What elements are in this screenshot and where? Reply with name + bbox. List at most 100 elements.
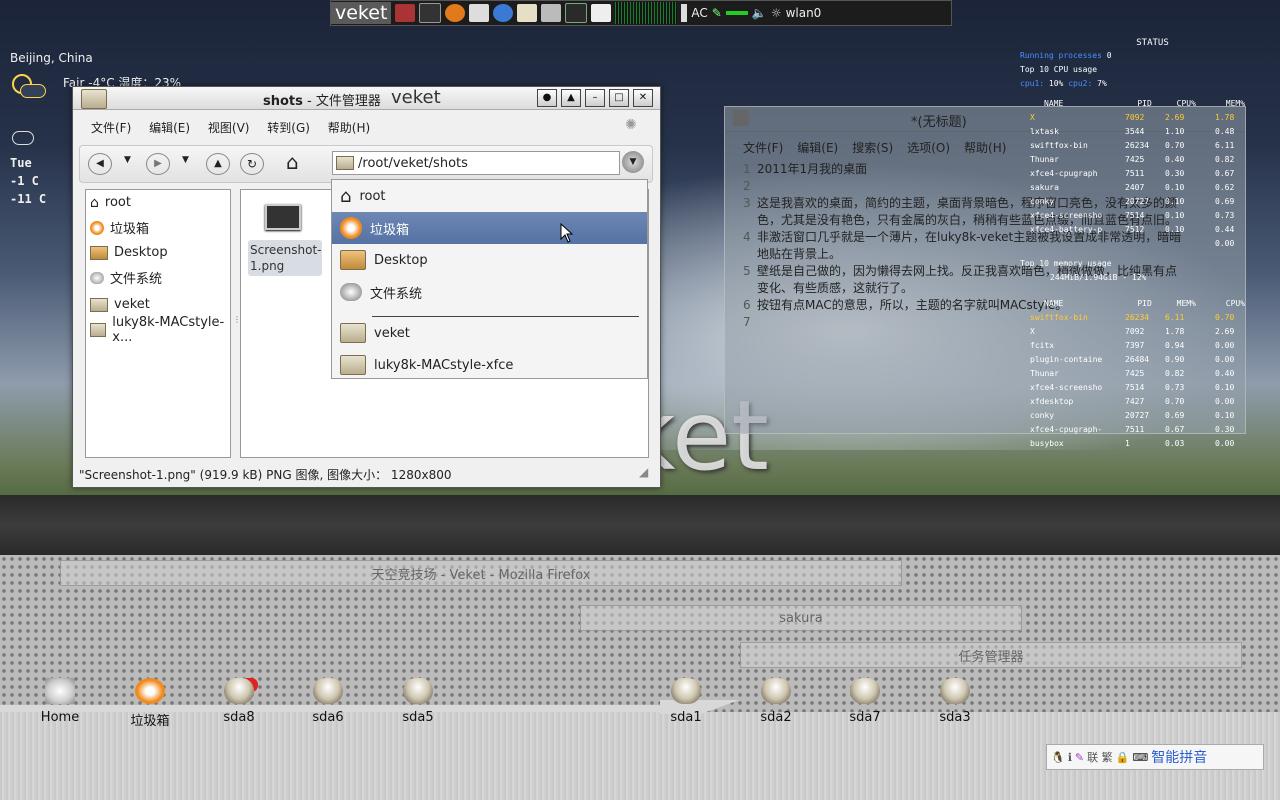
dock-trash[interactable]: 垃圾箱: [115, 678, 185, 729]
status-bar: "Screenshot-1.png" (919.9 kB) PNG 图像, 图像…: [79, 468, 452, 482]
conky-process-row: sakura 2407 0.10 0.62: [1030, 182, 1235, 192]
dropdown-item-veket[interactable]: veket: [332, 317, 647, 349]
sidebar-item-trash[interactable]: 垃圾箱: [86, 215, 230, 240]
battery-bar: [725, 11, 748, 15]
image-file-icon[interactable]: [265, 204, 301, 230]
task-sakura[interactable]: sakura: [580, 605, 1022, 631]
conky-running: Running processes 0: [1020, 50, 1112, 60]
input-method-tray[interactable]: 🐧 ℹ ✎ 联 繁 🔒 ⌨ 智能拼音: [1046, 744, 1264, 770]
pen-icon[interactable]: ✎: [1075, 751, 1084, 764]
conky-process-row: 0.00: [1215, 238, 1235, 248]
dock-sda5[interactable]: sda5: [383, 678, 453, 725]
dropdown-item-root[interactable]: ⌂ root: [332, 180, 647, 212]
window-icon[interactable]: [591, 4, 612, 22]
editor-menu-options[interactable]: 选项(O): [907, 139, 950, 156]
mouse-pointer-icon: [560, 223, 574, 243]
sidebar-item-desktop[interactable]: Desktop: [86, 240, 230, 265]
home-icon: [45, 678, 75, 704]
dock-sda3[interactable]: sda3: [920, 678, 990, 725]
up-button[interactable]: ▲: [206, 153, 230, 175]
editor-menu-file[interactable]: 文件(F): [743, 139, 783, 156]
forward-history-icon[interactable]: ▼: [182, 155, 189, 165]
ime-toggle-icons[interactable]: 联 繁: [1087, 749, 1113, 765]
firefox-icon[interactable]: [445, 4, 466, 22]
editor-menu-edit[interactable]: 编辑(E): [797, 139, 838, 156]
dock-sda6[interactable]: sda6: [293, 678, 363, 725]
home-button[interactable]: ⌂: [286, 150, 299, 174]
menu-go[interactable]: 转到(G): [267, 121, 310, 135]
back-history-icon[interactable]: ▼: [124, 155, 131, 165]
maximize-button[interactable]: □: [609, 89, 629, 107]
wallpaper-dark-band: [0, 495, 1280, 555]
sidebar-item-filesystem[interactable]: 文件系统: [86, 265, 230, 290]
keyboard-icon[interactable]: ⌨: [1132, 751, 1148, 764]
sidebar-item-root[interactable]: ⌂ root: [86, 190, 230, 215]
conky-cpu-header: Top 10 CPU usage: [1020, 64, 1098, 74]
dropdown-item-desktop[interactable]: Desktop: [332, 244, 647, 276]
drive-icon: [90, 271, 104, 284]
back-button[interactable]: ◀: [88, 153, 112, 175]
conky-process-row: xfce4-cpugraph 7511 0.30 0.67: [1030, 168, 1235, 178]
editor-icon[interactable]: [541, 4, 562, 22]
menu-edit[interactable]: 编辑(E): [149, 121, 190, 135]
folder-icon[interactable]: [517, 4, 538, 22]
minimize-button[interactable]: –: [585, 89, 605, 107]
volume-icon[interactable]: 🔈: [752, 6, 767, 20]
sidebar-item-veket[interactable]: veket: [86, 292, 230, 317]
sidebar-item-theme[interactable]: luky8k-MACstyle-x...: [86, 315, 230, 345]
reload-button[interactable]: ↻: [240, 153, 264, 175]
dropdown-item-trash[interactable]: 垃圾箱: [332, 212, 647, 244]
app-launcher-icon[interactable]: [395, 4, 416, 22]
editor-menu-help[interactable]: 帮助(H): [964, 139, 1006, 156]
resize-grip[interactable]: ◢: [639, 465, 648, 479]
sticky-button[interactable]: ●: [537, 89, 557, 107]
ime-mode-icon[interactable]: ℹ: [1068, 751, 1072, 764]
file-manager-titlebar[interactable]: shots - 文件管理器 veket ● ▲ – □ ✕: [73, 87, 660, 110]
menu-view[interactable]: 视图(V): [208, 121, 250, 135]
folder-icon: [340, 323, 366, 343]
conky-cpu-table: X 7092 2.69 1.78 lxtask 3544 1.10 0.48 swiftfox-…: [1020, 110, 1245, 250]
menu-file[interactable]: 文件(F): [91, 121, 131, 135]
weather-high: -1 C: [10, 174, 39, 188]
forward-button[interactable]: ▶: [146, 153, 170, 175]
editor-menu-search[interactable]: 搜索(S): [852, 139, 893, 156]
brightness-icon[interactable]: ☼: [771, 6, 782, 20]
task-manager[interactable]: 任务管理器: [740, 642, 1242, 668]
veket-menu-button[interactable]: veket: [331, 2, 392, 24]
shade-button[interactable]: ▲: [561, 89, 581, 107]
conky-process-row: xfdesktop 7427 0.70 0.00: [1030, 396, 1235, 406]
editor-menubar: 文件(F) 编辑(E) 搜索(S) 选项(O) 帮助(H): [743, 139, 1006, 156]
document-icon[interactable]: [469, 4, 490, 22]
browser-icon[interactable]: [493, 4, 514, 22]
menu-help[interactable]: 帮助(H): [328, 121, 370, 135]
dock-sda8[interactable]: sda8: [204, 678, 274, 725]
terminal-icon[interactable]: [419, 3, 442, 23]
dock-sda7[interactable]: sda7: [830, 678, 900, 725]
conky-process-row: plugin-containe 26484 0.90 0.00: [1030, 354, 1235, 364]
location-bar[interactable]: /root/veket/shots: [332, 151, 620, 175]
close-button[interactable]: ✕: [633, 89, 653, 107]
conky-process-row: lxtask 3544 1.10 0.48: [1030, 126, 1235, 136]
dock-sda2[interactable]: sda2: [741, 678, 811, 725]
monitor-icon[interactable]: [565, 3, 588, 23]
drive-icon: [761, 678, 791, 704]
ime-name[interactable]: 智能拼音: [1151, 747, 1207, 767]
weather-day: Tue: [10, 156, 32, 170]
window-title: shots - 文件管理器: [263, 94, 381, 109]
conky-cpu-cores: cpu1: 10% cpu2: 7%: [1020, 78, 1107, 88]
menubar: 文件(F) 编辑(E) 视图(V) 转到(G) 帮助(H): [91, 119, 384, 136]
wlan-label[interactable]: wlan0: [786, 6, 822, 20]
desktop-folder-icon: [90, 245, 108, 260]
dock-home[interactable]: Home: [25, 678, 95, 725]
task-firefox[interactable]: 天空竞技场 - Veket - Mozilla Firefox: [60, 560, 902, 586]
desktop-folder-icon: [340, 250, 366, 270]
dropdown-item-filesystem[interactable]: 文件系统: [332, 276, 647, 308]
file-manager-window[interactable]: shots - 文件管理器 veket ● ▲ – □ ✕ 文件(F) 编辑(E…: [72, 86, 661, 488]
veket-brand: veket: [391, 87, 441, 108]
location-dropdown-button[interactable]: ▼: [622, 151, 644, 173]
dock-sda1[interactable]: sda1: [651, 678, 721, 725]
cloud-icon: [12, 131, 34, 145]
dropdown-item-theme[interactable]: luky8k-MACstyle-xfce: [332, 349, 647, 381]
penguin-icon: 🐧: [1051, 750, 1065, 764]
file-item-label[interactable]: Screenshot-1.png: [248, 240, 322, 276]
